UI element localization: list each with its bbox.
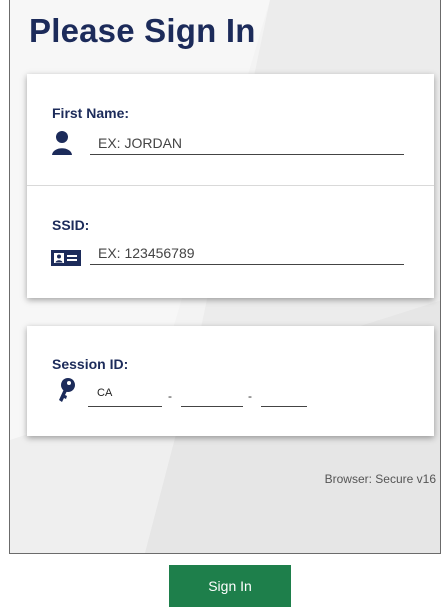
person-icon [52,131,72,155]
session-id-part2-field[interactable] [181,387,243,407]
session-id-label: Session ID: [52,356,129,372]
sign-in-button[interactable]: Sign In [169,565,291,607]
first-name-field[interactable]: EX: JORDAN [90,135,404,155]
page-title: Please Sign In [29,12,256,49]
browser-version-text: Browser: Secure v16 [324,472,436,486]
ssid-field[interactable]: EX: 123456789 [90,245,404,265]
card-divider [27,185,434,186]
sign-in-frame: Please Sign In First Name: EX: JORDAN SS… [9,0,441,610]
session-separator-1: - [168,389,172,403]
session-id-prefix-field[interactable]: CA [88,387,162,407]
first-name-placeholder: EX: JORDAN [98,135,183,151]
ssid-label: SSID: [52,217,90,233]
student-info-card: First Name: EX: JORDAN SSID: EX: 1234567… [27,74,434,298]
key-icon [59,378,75,402]
session-id-part3-field[interactable] [261,387,307,407]
footer-bar: Sign In [9,553,441,610]
ssid-placeholder: EX: 123456789 [98,245,195,261]
session-id-prefix: CA [97,387,113,399]
session-separator-2: - [248,389,252,403]
session-card: Session ID: CA - - [27,326,434,436]
first-name-label: First Name: [52,105,130,121]
id-card-icon [51,250,81,266]
